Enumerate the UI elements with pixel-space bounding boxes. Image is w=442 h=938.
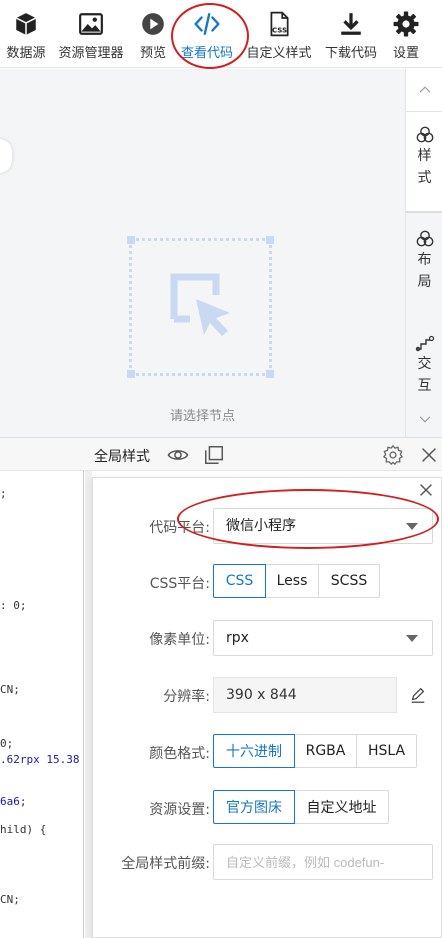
- toolbar-resource-manager-label: 资源管理器: [58, 46, 124, 61]
- toolbar-preview-label: 预览: [139, 46, 166, 61]
- side-tab-interaction-char-2: 互: [417, 378, 432, 394]
- code-scrollbar[interactable]: [85, 471, 92, 938]
- side-tab-style-char-2: 式: [417, 170, 432, 186]
- global-prefix-row: 全局样式前缀:: [93, 844, 442, 880]
- code-line: ;: [0, 487, 7, 500]
- toolbar-custom-style-button[interactable]: CSS 自定义样式: [246, 0, 312, 68]
- toolbar-download-code-button[interactable]: 下载代码: [324, 0, 378, 68]
- toolbar-datasource-button[interactable]: 数据源: [4, 0, 48, 68]
- code-line: hild) {: [0, 823, 47, 836]
- resource-label: 资源设置:: [149, 802, 210, 818]
- side-tab-layout-char-2: 局: [417, 274, 432, 290]
- color-format-row: 颜色格式: 十六进制 RGBA HSLA: [93, 734, 442, 770]
- right-side-tabs: 样 式 布 局 交 互: [405, 69, 442, 437]
- hsla-option[interactable]: HSLA: [356, 734, 417, 768]
- side-tab-style[interactable]: 样 式: [406, 125, 442, 189]
- color-format-label: 颜色格式:: [149, 746, 210, 762]
- close-icon[interactable]: [418, 444, 440, 466]
- official-host-option[interactable]: 官方图床: [213, 790, 295, 824]
- layout-circles-icon: [416, 230, 433, 247]
- copy-icon[interactable]: [203, 444, 225, 466]
- color-format-segmented: 十六进制 RGBA HSLA: [213, 734, 417, 768]
- image-icon: [79, 13, 103, 35]
- platform-row: 代码平台: 微信小程序: [93, 508, 442, 544]
- canvas-collapse-handle[interactable]: [0, 139, 12, 173]
- dropdown-arrow-icon: [406, 635, 418, 642]
- popup-close-icon[interactable]: [417, 481, 435, 499]
- app-root: 数据源 资源管理器 预览 查看代码 CSS 自定义样式 下载代码 设置 请选择节…: [0, 0, 442, 938]
- interaction-steps-icon: [415, 335, 434, 352]
- side-tab-interaction[interactable]: 交 互: [406, 333, 442, 397]
- pixel-unit-value: rpx: [226, 630, 249, 646]
- side-collapse-down-button[interactable]: [406, 409, 442, 429]
- toolbar-settings-label: 设置: [392, 46, 419, 61]
- pixel-unit-label: 像素单位:: [149, 632, 210, 648]
- platform-value: 微信小程序: [226, 518, 296, 534]
- resource-segmented: 官方图床 自定义地址: [213, 790, 389, 824]
- code-line: CN;: [0, 683, 20, 696]
- toolbar-preview-button[interactable]: 预览: [136, 0, 170, 68]
- style-circles-icon: [416, 126, 433, 143]
- toolbar-view-code-label: 查看代码: [180, 46, 233, 61]
- chevron-up-icon: [419, 86, 430, 93]
- css-platform-segmented: CSS Less SCSS: [213, 564, 380, 598]
- platform-select[interactable]: 微信小程序: [213, 508, 433, 544]
- cube-icon: [15, 13, 37, 35]
- global-prefix-input[interactable]: [213, 844, 433, 880]
- scss-option[interactable]: SCSS: [318, 564, 380, 598]
- code-line: 6a6;: [0, 795, 27, 808]
- code-panel-header: 全局样式: [0, 437, 442, 471]
- pixel-unit-row: 像素单位: rpx: [93, 620, 442, 656]
- edit-pencil-icon[interactable]: [409, 686, 427, 704]
- rgba-option[interactable]: RGBA: [294, 734, 357, 768]
- toolbar-download-code-label: 下载代码: [324, 46, 377, 61]
- design-canvas[interactable]: 请选择节点: [0, 69, 405, 437]
- code-line: : 0;: [0, 599, 27, 612]
- css-file-icon: CSS: [270, 11, 289, 37]
- resolution-row: 分辨率: 390 x 844: [93, 677, 442, 713]
- resolution-label: 分辨率:: [163, 689, 210, 705]
- code-line: CN;: [0, 893, 20, 906]
- side-tab-style-char-1: 样: [417, 148, 432, 164]
- platform-label: 代码平台:: [149, 520, 210, 536]
- custom-address-option[interactable]: 自定义地址: [294, 790, 389, 824]
- toolbar-custom-style-label: 自定义样式: [246, 46, 312, 61]
- code-line: 0;: [0, 737, 14, 750]
- dropdown-arrow-icon: [406, 523, 418, 530]
- eye-icon[interactable]: [167, 444, 189, 466]
- toolbar-settings-button[interactable]: 设置: [390, 0, 422, 68]
- resolution-value: 390 x 844: [213, 677, 397, 713]
- side-tab-layout-char-1: 布: [417, 252, 432, 268]
- css-option[interactable]: CSS: [213, 564, 266, 598]
- code-icon: [194, 13, 220, 35]
- resource-row: 资源设置: 官方图床 自定义地址: [93, 790, 442, 826]
- toolbar-datasource-label: 数据源: [6, 46, 46, 61]
- empty-selection-placeholder: [127, 236, 274, 378]
- css-platform-row: CSS平台: CSS Less SCSS: [93, 564, 442, 600]
- code-divider: [83, 471, 84, 938]
- side-tab-layout[interactable]: 布 局: [406, 229, 442, 293]
- download-icon: [341, 13, 361, 35]
- settings-gear-icon[interactable]: [382, 444, 404, 466]
- play-icon: [142, 13, 164, 35]
- side-tab-interaction-char-1: 交: [417, 356, 432, 372]
- code-viewer[interactable]: ; : 0; CN; 0; .62rpx 15.38 6a6; hild) { …: [0, 471, 92, 938]
- css-platform-label: CSS平台:: [149, 576, 210, 592]
- gear-icon: [393, 11, 419, 37]
- code-line: .62rpx 15.38: [0, 753, 80, 766]
- chevron-down-icon: [419, 416, 430, 423]
- toolbar-view-code-button[interactable]: 查看代码: [180, 0, 234, 68]
- select-cursor-icon: [170, 273, 230, 336]
- less-option[interactable]: Less: [265, 564, 319, 598]
- toolbar-resource-manager-button[interactable]: 资源管理器: [58, 0, 124, 68]
- hex-option[interactable]: 十六进制: [213, 734, 295, 768]
- pixel-unit-select[interactable]: rpx: [213, 620, 433, 656]
- svg-text:CSS: CSS: [272, 26, 287, 35]
- top-toolbar: 数据源 资源管理器 预览 查看代码 CSS 自定义样式 下载代码 设置: [0, 0, 442, 68]
- empty-hint: 请选择节点: [169, 409, 235, 424]
- side-collapse-up-button[interactable]: [406, 73, 442, 107]
- code-settings-popup: 代码平台: 微信小程序 CSS平台: CSS Less SCSS 像素单位: r…: [92, 477, 442, 938]
- global-prefix-label: 全局样式前缀:: [121, 856, 210, 872]
- global-style-title: 全局样式: [94, 449, 150, 465]
